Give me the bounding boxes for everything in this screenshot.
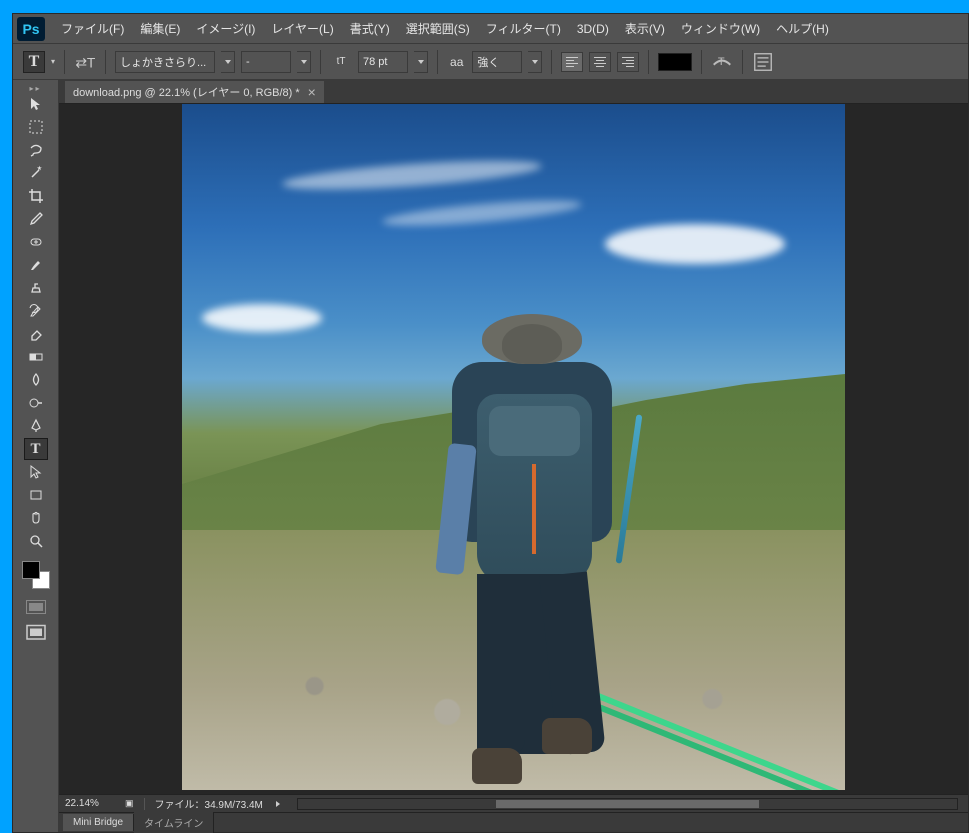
tool-preset-icon[interactable]: T	[23, 51, 45, 73]
work-area: ▸▸ T	[13, 80, 968, 832]
options-bar: T ▾ ⇄T しょかきさらり... - tT 78 pt aa 強く T	[13, 44, 968, 80]
menu-view[interactable]: 表示(V)	[617, 16, 673, 41]
type-tool[interactable]: T	[24, 438, 48, 460]
panel-mini-bridge[interactable]: Mini Bridge	[63, 814, 134, 831]
menu-layer[interactable]: レイヤー(L)	[263, 16, 341, 41]
marquee-tool[interactable]	[24, 116, 48, 138]
hand-tool[interactable]	[24, 507, 48, 529]
history-brush-tool[interactable]	[24, 300, 48, 322]
tool-palette: ▸▸ T	[13, 80, 59, 832]
clone-stamp-tool[interactable]	[24, 277, 48, 299]
cloud-decoration	[382, 195, 583, 230]
bottom-panels: Mini Bridge タイムライン	[59, 812, 968, 832]
menu-window[interactable]: ウィンドウ(W)	[673, 16, 768, 41]
font-style-select[interactable]: -	[241, 51, 291, 73]
screen-mode-toggle[interactable]	[24, 623, 48, 643]
align-center-button[interactable]	[589, 52, 611, 72]
warp-text-icon[interactable]: T	[711, 51, 733, 73]
menu-file[interactable]: ファイル(F)	[53, 16, 132, 41]
app-logo-text: Ps	[22, 21, 39, 37]
hiker-boot	[542, 718, 592, 754]
zoom-tool[interactable]	[24, 530, 48, 552]
text-color-swatch[interactable]	[658, 53, 692, 71]
menu-type[interactable]: 書式(Y)	[342, 16, 398, 41]
foreground-color-swatch[interactable]	[22, 561, 40, 579]
blur-tool[interactable]	[24, 369, 48, 391]
crop-tool[interactable]	[24, 185, 48, 207]
eyedropper-tool[interactable]	[24, 208, 48, 230]
menu-3d[interactable]: 3D(D)	[569, 18, 617, 40]
scrollbar-thumb[interactable]	[496, 800, 760, 808]
hiker-hat	[482, 314, 582, 364]
hiker-towel	[435, 443, 476, 575]
image-canvas[interactable]	[182, 104, 845, 790]
separator	[551, 50, 552, 74]
panel-timeline[interactable]: タイムライン	[134, 812, 214, 833]
font-family-select[interactable]: しょかきさらり...	[115, 51, 215, 73]
align-left-button[interactable]	[561, 52, 583, 72]
lasso-tool[interactable]	[24, 139, 48, 161]
menu-edit[interactable]: 編集(E)	[132, 16, 188, 41]
rectangle-tool[interactable]	[24, 484, 48, 506]
status-menu-icon[interactable]	[273, 801, 283, 807]
canvas-viewport[interactable]	[59, 104, 968, 794]
separator	[64, 50, 65, 74]
text-orientation-icon[interactable]: ⇄T	[74, 51, 96, 73]
font-style-dropdown-icon[interactable]	[297, 51, 311, 73]
antialias-label: aa	[450, 55, 463, 69]
palette-handle-icon[interactable]: ▸▸	[24, 84, 48, 92]
separator	[701, 50, 702, 74]
document-tabs: download.png @ 22.1% (レイヤー 0, RGB/8) * ×	[59, 80, 968, 104]
close-icon[interactable]: ×	[308, 84, 316, 100]
menu-filter[interactable]: フィルター(T)	[478, 16, 569, 41]
separator	[144, 798, 145, 810]
horizontal-scrollbar[interactable]	[297, 798, 958, 810]
zoom-level[interactable]: 22.14%	[65, 798, 115, 809]
separator	[648, 50, 649, 74]
cloud-decoration	[605, 224, 785, 264]
menu-help[interactable]: ヘルプ(H)	[768, 16, 837, 41]
separator	[105, 50, 106, 74]
separator	[320, 50, 321, 74]
font-family-dropdown-icon[interactable]	[221, 51, 235, 73]
align-right-button[interactable]	[617, 52, 639, 72]
brush-tool[interactable]	[24, 254, 48, 276]
healing-brush-tool[interactable]	[24, 231, 48, 253]
separator	[437, 50, 438, 74]
antialias-dropdown-icon[interactable]	[528, 51, 542, 73]
cloud-decoration	[282, 155, 543, 195]
cloud-decoration	[202, 304, 322, 332]
move-tool[interactable]	[24, 93, 48, 115]
eraser-tool[interactable]	[24, 323, 48, 345]
menubar: Ps ファイル(F) 編集(E) イメージ(I) レイヤー(L) 書式(Y) 選…	[13, 14, 968, 44]
path-selection-tool[interactable]	[24, 461, 48, 483]
status-bar: 22.14% ▣ ファイル：34.9M/73.4M	[59, 794, 968, 812]
pen-tool[interactable]	[24, 415, 48, 437]
status-info-icon[interactable]: ▣	[125, 798, 134, 809]
dodge-tool[interactable]	[24, 392, 48, 414]
document-tab[interactable]: download.png @ 22.1% (レイヤー 0, RGB/8) * ×	[65, 81, 324, 103]
font-size-icon: tT	[330, 51, 352, 73]
antialias-select[interactable]: 強く	[472, 51, 522, 73]
file-info[interactable]: ファイル：34.9M/73.4M	[155, 796, 263, 811]
svg-text:⇄T: ⇄T	[75, 55, 96, 70]
app-logo[interactable]: Ps	[17, 17, 45, 41]
separator	[742, 50, 743, 74]
menu-image[interactable]: イメージ(I)	[188, 16, 263, 41]
hiker-figure	[442, 314, 622, 784]
svg-text:T: T	[718, 55, 725, 67]
quick-mask-toggle[interactable]	[26, 600, 46, 614]
photoshop-window: Ps ファイル(F) 編集(E) イメージ(I) レイヤー(L) 書式(Y) 選…	[12, 13, 969, 833]
hiker-backpack	[477, 394, 592, 584]
menu-select[interactable]: 選択範囲(S)	[398, 16, 478, 41]
canvas-area: download.png @ 22.1% (レイヤー 0, RGB/8) * ×	[59, 80, 968, 832]
font-size-select[interactable]: 78 pt	[358, 51, 408, 73]
magic-wand-tool[interactable]	[24, 162, 48, 184]
document-tab-title: download.png @ 22.1% (レイヤー 0, RGB/8) *	[73, 84, 300, 100]
hiker-boot	[472, 748, 522, 784]
foreground-background-colors[interactable]	[22, 561, 50, 589]
character-panel-icon[interactable]	[752, 51, 774, 73]
gradient-tool[interactable]	[24, 346, 48, 368]
font-size-dropdown-icon[interactable]	[414, 51, 428, 73]
